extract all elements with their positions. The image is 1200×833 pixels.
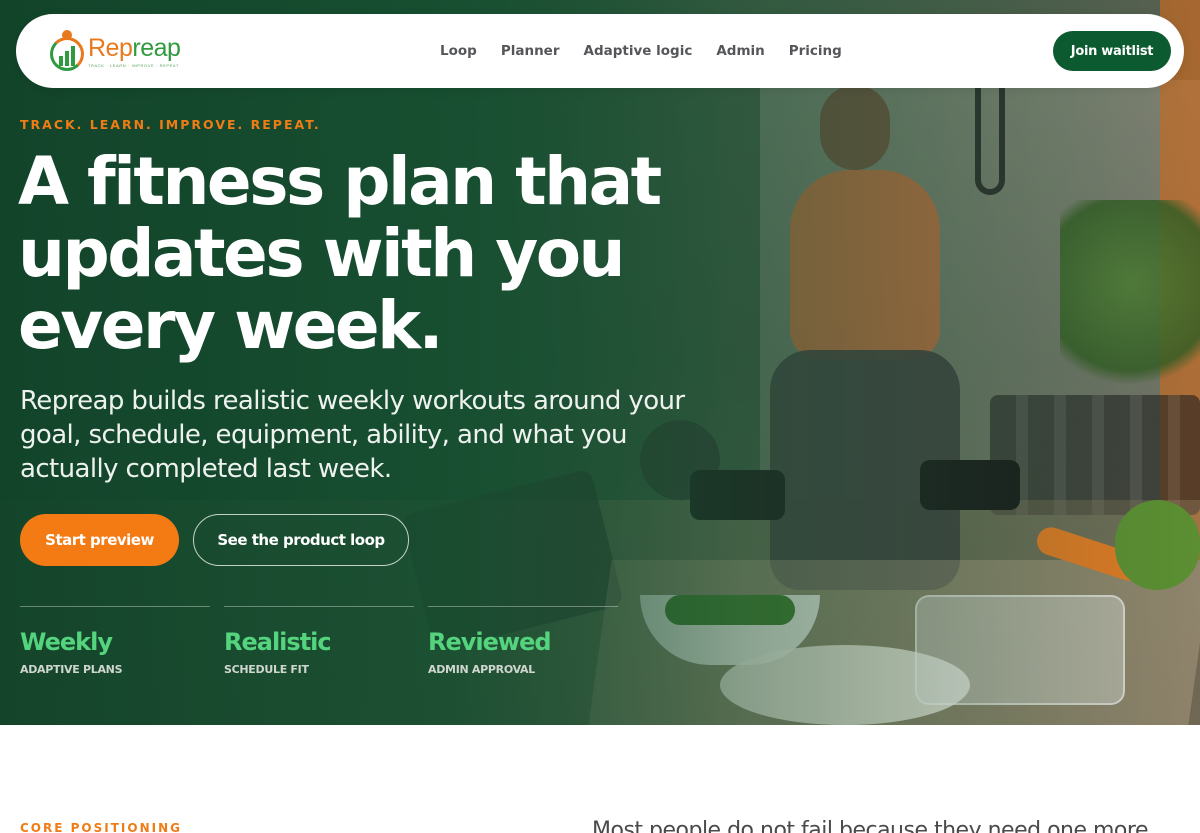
- stat-realistic: Realistic SCHEDULE FIT: [224, 606, 414, 676]
- stat-weekly: Weekly ADAPTIVE PLANS: [20, 606, 210, 676]
- brand-logo[interactable]: Repreap TRACK · LEARN · IMPROVE · REPEAT: [46, 25, 182, 77]
- logo-wordmark: Repreap: [88, 33, 181, 62]
- headline-line-2: updates with you: [18, 215, 626, 292]
- stat-value: Reviewed: [428, 628, 552, 656]
- stat-value: Weekly: [20, 628, 113, 656]
- section-intro-text: Most people do not fail because they nee…: [592, 818, 1149, 833]
- logo-tagline: TRACK · LEARN · IMPROVE · REPEAT: [88, 62, 179, 68]
- section-eyebrow: CORE POSITIONING: [20, 821, 182, 833]
- hero-subhead: Repreap builds realistic weekly workouts…: [20, 386, 685, 484]
- nav-link-loop[interactable]: Loop: [440, 43, 477, 59]
- see-product-loop-button[interactable]: See the product loop: [193, 514, 409, 566]
- join-waitlist-button[interactable]: Join waitlist: [1053, 31, 1171, 71]
- nav-link-pricing[interactable]: Pricing: [789, 43, 842, 59]
- logo-icon: [48, 30, 86, 72]
- stat-reviewed: Reviewed ADMIN APPROVAL: [428, 606, 618, 676]
- nav-link-adaptive-logic[interactable]: Adaptive logic: [584, 43, 693, 59]
- nav-link-planner[interactable]: Planner: [501, 43, 560, 59]
- stat-label: ADMIN APPROVAL: [428, 663, 535, 676]
- headline-line-3: every week.: [18, 287, 444, 364]
- stat-label: ADAPTIVE PLANS: [20, 663, 123, 676]
- hero-section: TRACK. LEARN. IMPROVE. REPEAT. A fitness…: [0, 0, 1200, 725]
- headline-line-1: A fitness plan that: [18, 143, 662, 220]
- hero-eyebrow: TRACK. LEARN. IMPROVE. REPEAT.: [20, 117, 321, 132]
- nav-link-admin[interactable]: Admin: [716, 43, 764, 59]
- start-preview-button[interactable]: Start preview: [20, 514, 179, 566]
- top-navbar: Repreap TRACK · LEARN · IMPROVE · REPEAT…: [16, 14, 1184, 88]
- hero-headline: A fitness plan that updates with you eve…: [18, 146, 778, 362]
- stat-value: Realistic: [224, 628, 332, 656]
- nav-links: Loop Planner Adaptive logic Admin Pricin…: [440, 14, 842, 88]
- stat-label: SCHEDULE FIT: [224, 663, 309, 676]
